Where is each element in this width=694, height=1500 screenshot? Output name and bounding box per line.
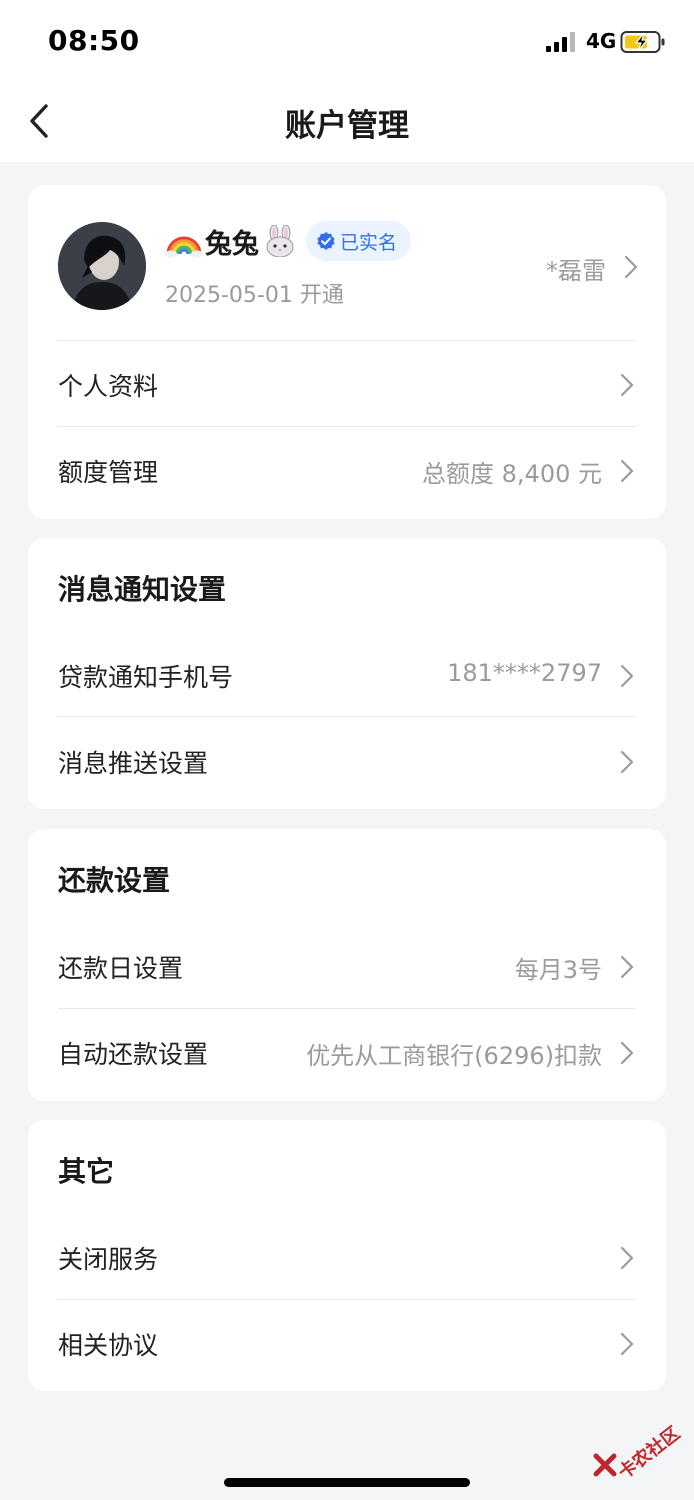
credit-limit-value: 总额度 8,400 元 <box>422 460 602 488</box>
network-type: 4G <box>586 29 617 53</box>
verified-check-icon <box>317 232 335 250</box>
battery-charging-icon <box>620 31 665 53</box>
chevron-right-icon[interactable] <box>624 254 638 280</box>
chevron-right-icon <box>620 750 634 774</box>
row-credit-limit[interactable]: 额度管理 总额度 8,400 元 <box>58 427 636 513</box>
row-label: 关闭服务 <box>58 1245 159 1274</box>
other-card: 其它 关闭服务 相关协议 <box>28 1120 666 1391</box>
notify-settings-card: 消息通知设置 贷款通知手机号 181****2797 消息推送设置 <box>28 538 666 809</box>
rabbit-face-icon <box>266 225 294 257</box>
repay-settings-card: 还款设置 还款日设置 每月3号 自动还款设置 优先从工商银行(6296)扣款 <box>28 829 666 1101</box>
row-label: 个人资料 <box>58 372 159 401</box>
divider <box>58 716 636 717</box>
signal-icon <box>546 32 578 52</box>
status-bar: 08:50 4G <box>0 0 694 82</box>
row-personal-info[interactable]: 个人资料 <box>58 341 636 427</box>
masked-real-name: *磊雷 <box>546 257 606 285</box>
section-title: 还款设置 <box>58 864 171 897</box>
chevron-right-icon <box>620 1246 634 1270</box>
avatar[interactable] <box>58 222 146 310</box>
row-repay-day[interactable]: 还款日设置 每月3号 <box>58 923 636 1009</box>
status-time: 08:50 <box>48 24 140 57</box>
open-date: 2025-05-01 开通 <box>165 283 344 308</box>
row-auto-repay[interactable]: 自动还款设置 优先从工商银行(6296)扣款 <box>58 1009 636 1095</box>
row-label: 额度管理 <box>58 458 159 487</box>
section-title: 其它 <box>58 1155 115 1188</box>
row-label: 自动还款设置 <box>58 1040 209 1069</box>
watermark: 卡农社区 <box>590 1412 686 1484</box>
chevron-right-icon <box>620 1041 634 1065</box>
row-push-settings[interactable]: 消息推送设置 <box>58 718 636 804</box>
user-name-group: 兔兔 <box>165 221 297 261</box>
row-close-service[interactable]: 关闭服务 <box>58 1214 636 1300</box>
account-card: 兔兔 已实名 2025-05-01 开通 *磊雷 个人资料 额度管理 总额度 8… <box>28 185 666 519</box>
chevron-right-icon <box>620 955 634 979</box>
row-label: 消息推送设置 <box>58 749 209 778</box>
row-label: 贷款通知手机号 <box>58 663 234 692</box>
repay-day-value: 每月3号 <box>514 956 602 984</box>
row-agreements[interactable]: 相关协议 <box>58 1300 636 1386</box>
navigation-bar: 账户管理 <box>0 82 694 162</box>
row-label: 相关协议 <box>58 1331 159 1360</box>
verified-badge: 已实名 <box>306 221 412 261</box>
phone-value: 181****2797 <box>447 659 602 687</box>
page-title: 账户管理 <box>285 108 409 144</box>
chevron-right-icon <box>620 1332 634 1356</box>
home-indicator[interactable] <box>224 1478 470 1487</box>
watermark-text: 卡农社区 <box>614 1422 685 1484</box>
chevron-right-icon <box>620 373 634 397</box>
section-title: 消息通知设置 <box>58 573 227 606</box>
rainbow-icon <box>165 236 203 258</box>
auto-repay-value: 优先从工商银行(6296)扣款 <box>306 1042 602 1070</box>
avatar-image <box>58 222 146 310</box>
user-name: 兔兔 <box>205 228 259 260</box>
row-label: 还款日设置 <box>58 954 184 983</box>
verified-label: 已实名 <box>340 231 398 254</box>
chevron-right-icon <box>620 459 634 483</box>
row-notify-phone[interactable]: 贷款通知手机号 181****2797 <box>58 632 636 718</box>
chevron-right-icon <box>620 664 634 688</box>
